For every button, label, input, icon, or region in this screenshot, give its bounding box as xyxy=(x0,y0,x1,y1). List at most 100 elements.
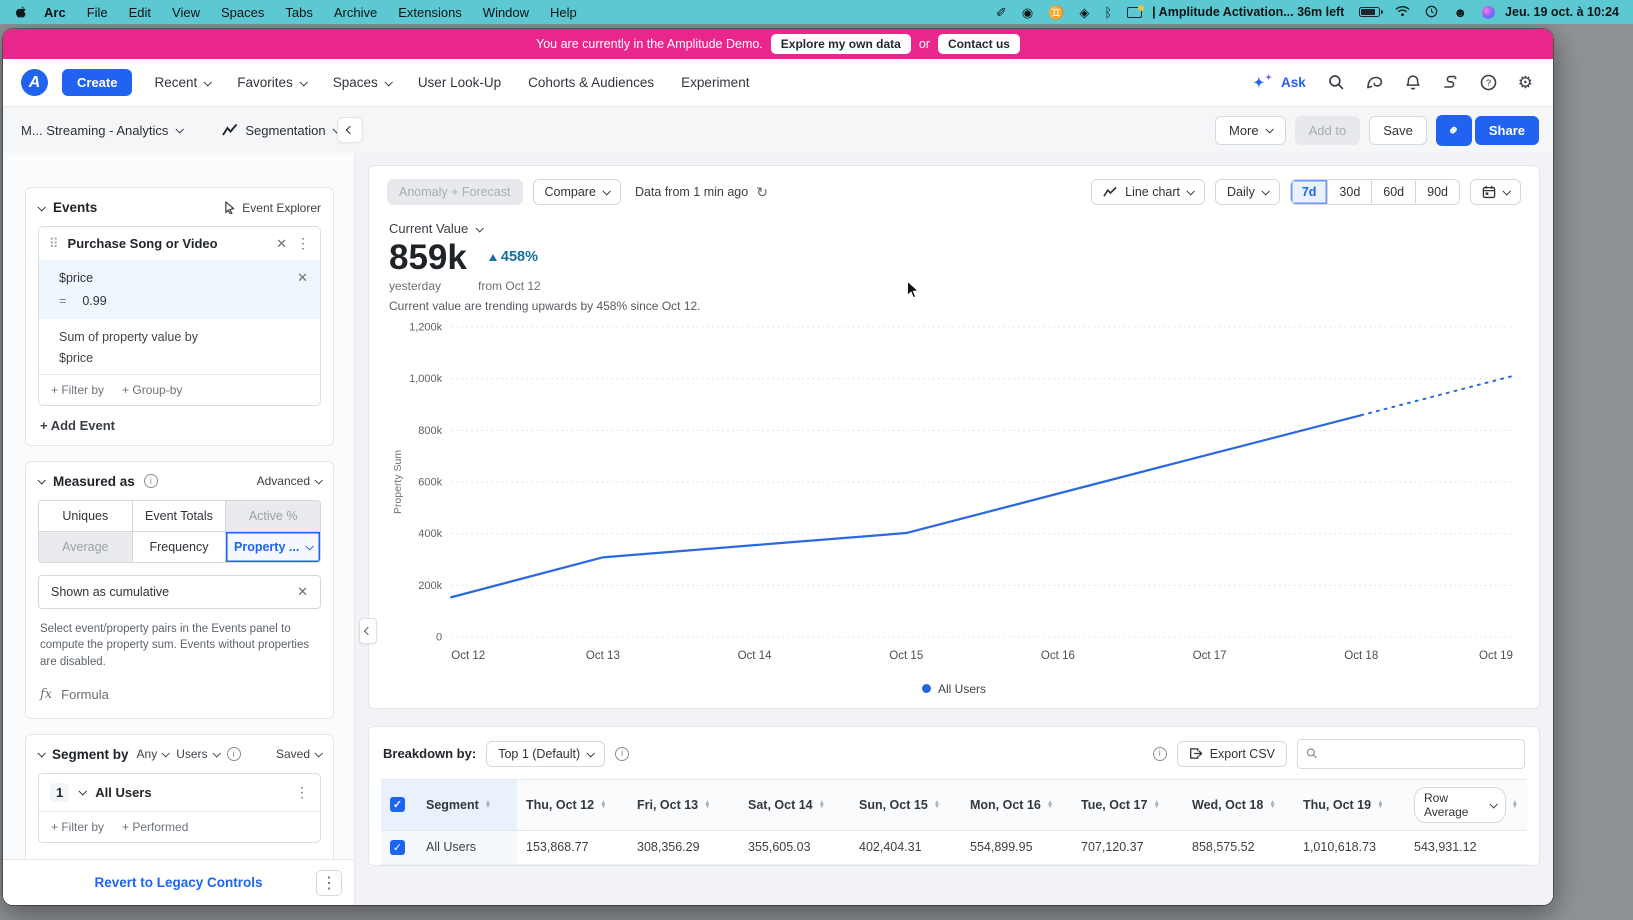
share-button[interactable]: Share xyxy=(1475,116,1539,145)
range-30d[interactable]: 30d xyxy=(1328,180,1372,204)
sort-icon[interactable]: ▲▼ xyxy=(819,801,825,808)
row-average-select[interactable]: Row Average xyxy=(1414,787,1506,823)
segment-kebab-icon[interactable]: ⋮ xyxy=(295,784,309,801)
search-icon[interactable] xyxy=(1328,74,1345,91)
measure-event-totals[interactable]: Event Totals xyxy=(133,501,227,532)
menubar-item-extensions[interactable]: Extensions xyxy=(398,5,462,20)
event-explorer-link[interactable]: Event Explorer xyxy=(224,201,321,215)
breadcrumb[interactable]: M... Streaming - Analytics xyxy=(21,123,182,138)
notifications-bell-icon[interactable] xyxy=(1405,74,1421,91)
nav-recent[interactable]: Recent xyxy=(154,75,210,90)
menubar-item-file[interactable]: File xyxy=(87,5,108,20)
ask-button[interactable]: ✦✦Ask xyxy=(1253,75,1305,91)
sort-icon[interactable]: ▲▼ xyxy=(1512,801,1518,808)
range-90d[interactable]: 90d xyxy=(1416,180,1459,204)
compare-button[interactable]: Compare xyxy=(533,179,621,205)
nav-experiment[interactable]: Experiment xyxy=(681,75,749,90)
sort-icon[interactable]: ▲▼ xyxy=(1153,801,1159,808)
stat-metric-select[interactable]: Current Value xyxy=(389,221,1521,236)
info-icon[interactable]: i xyxy=(615,747,629,761)
export-csv-button[interactable]: Export CSV xyxy=(1177,741,1287,767)
property-value[interactable]: 0.99 xyxy=(82,294,106,308)
col-oct13[interactable]: Fri, Oct 13 xyxy=(637,798,698,812)
col-oct18[interactable]: Wed, Oct 18 xyxy=(1192,798,1263,812)
sort-icon[interactable]: ▲▼ xyxy=(1047,801,1053,808)
table-search-box[interactable] xyxy=(1297,739,1525,769)
wifi-icon[interactable] xyxy=(1395,5,1410,19)
clock-icon[interactable] xyxy=(1425,5,1438,20)
battery-icon[interactable] xyxy=(1359,7,1380,17)
remove-property-icon[interactable]: ✕ xyxy=(297,270,308,286)
pen-icon[interactable]: ✐ xyxy=(996,6,1007,19)
remove-cumulative-icon[interactable]: ✕ xyxy=(297,584,308,600)
settings-gear-icon[interactable]: ⚙ xyxy=(1518,73,1533,93)
calendar-button[interactable] xyxy=(1470,179,1521,205)
property-operator[interactable]: = xyxy=(59,294,66,308)
sort-icon[interactable]: ▲▼ xyxy=(600,801,606,808)
display-mirroring-icon[interactable] xyxy=(1127,7,1142,18)
menubar-item-edit[interactable]: Edit xyxy=(129,5,151,20)
revert-legacy-link[interactable]: Revert to Legacy Controls xyxy=(94,875,262,890)
segment-any-select[interactable]: Any xyxy=(137,747,169,761)
sort-icon[interactable]: ▲▼ xyxy=(1269,801,1275,808)
info-icon[interactable]: i xyxy=(227,747,241,761)
explore-own-data-button[interactable]: Explore my own data xyxy=(771,34,911,54)
col-oct15[interactable]: Sun, Oct 15 xyxy=(859,798,928,812)
interval-select[interactable]: Daily xyxy=(1215,179,1280,205)
menubar-datetime[interactable]: Jeu. 19 oct. à 10:24 xyxy=(1505,5,1619,19)
collapse-chevron-icon[interactable] xyxy=(37,476,45,484)
more-button[interactable]: More xyxy=(1215,116,1286,145)
chart-style-select[interactable]: Line chart xyxy=(1091,179,1205,205)
sort-icon[interactable]: ▲▼ xyxy=(934,801,940,808)
measure-frequency[interactable]: Frequency xyxy=(133,532,227,562)
chart-pan-left-button[interactable] xyxy=(359,618,377,644)
select-all-checkbox[interactable]: ✓ xyxy=(390,797,405,812)
breakdown-top-select[interactable]: Top 1 (Default) xyxy=(486,741,605,767)
menubar-item-spaces[interactable]: Spaces xyxy=(221,5,264,20)
sort-icon[interactable]: ▲▼ xyxy=(1377,801,1383,808)
menubar-item-archive[interactable]: Archive xyxy=(334,5,377,20)
sort-icon[interactable]: ▲▼ xyxy=(485,801,491,808)
menubar-app-name[interactable]: Arc xyxy=(44,5,66,20)
segment-name[interactable]: All Users xyxy=(95,785,285,800)
col-segment[interactable]: Segment xyxy=(426,798,479,812)
anomaly-forecast-button[interactable]: Anomaly + Forecast xyxy=(387,179,523,205)
help-icon[interactable]: ? xyxy=(1480,74,1497,91)
siri-icon[interactable] xyxy=(1482,6,1495,19)
info-icon[interactable]: i xyxy=(1153,747,1167,761)
segment-users-select[interactable]: Users xyxy=(176,747,218,761)
col-oct19[interactable]: Thu, Oct 19 xyxy=(1303,798,1371,812)
save-button[interactable]: Save xyxy=(1369,116,1427,145)
menubar-item-window[interactable]: Window xyxy=(483,5,529,20)
event-kebab-icon[interactable]: ⋮ xyxy=(296,235,310,252)
nav-cohorts-audiences[interactable]: Cohorts & Audiences xyxy=(528,75,654,90)
property-name[interactable]: $price xyxy=(59,271,93,285)
segment-saved-select[interactable]: Saved xyxy=(276,747,321,761)
table-search-input[interactable] xyxy=(1324,747,1516,761)
line-chart[interactable]: 0200k400k600k800k1,000k1,200kProperty Su… xyxy=(387,315,1521,675)
row-segment-name[interactable]: All Users xyxy=(417,830,517,864)
amplitude-logo[interactable]: A xyxy=(21,69,48,96)
menubar-item-help[interactable]: Help xyxy=(550,5,577,20)
advanced-link[interactable]: Advanced xyxy=(257,474,321,488)
sidebar-collapse-button[interactable] xyxy=(337,117,363,143)
group-by-link[interactable]: + Group-by xyxy=(122,383,182,397)
nav-spaces[interactable]: Spaces xyxy=(333,75,391,90)
app-dot-icon[interactable]: ◉ xyxy=(1022,6,1033,19)
journeys-icon[interactable] xyxy=(1442,75,1459,91)
info-icon[interactable]: i xyxy=(144,474,158,488)
remove-event-icon[interactable]: ✕ xyxy=(276,236,287,252)
menubar-item-view[interactable]: View xyxy=(172,5,200,20)
nav-favorites[interactable]: Favorites xyxy=(237,75,306,90)
add-to-button[interactable]: Add to xyxy=(1295,116,1361,145)
contact-us-button[interactable]: Contact us xyxy=(938,34,1020,54)
measure-uniques[interactable]: Uniques xyxy=(39,501,133,532)
legend-label[interactable]: All Users xyxy=(938,682,986,696)
copy-link-button[interactable]: ⚭ xyxy=(1436,115,1472,146)
sort-icon[interactable]: ▲▼ xyxy=(704,801,710,808)
footer-kebab-button[interactable]: ⋮ xyxy=(316,870,342,896)
range-60d[interactable]: 60d xyxy=(1372,180,1416,204)
apple-logo-icon[interactable] xyxy=(14,5,28,19)
filter-by-link[interactable]: + Filter by xyxy=(51,383,104,397)
menubar-status-text[interactable]: | Amplitude Activation... 36m left xyxy=(1152,5,1344,19)
